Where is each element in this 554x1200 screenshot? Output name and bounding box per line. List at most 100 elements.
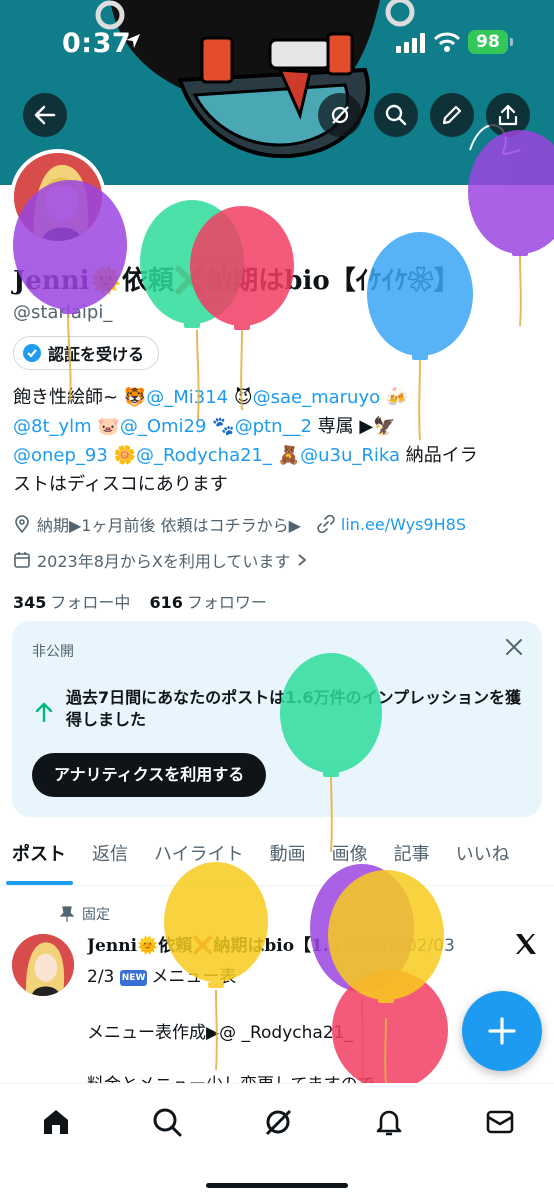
profile-joined[interactable]: 2023年8月からXを利用しています: [13, 548, 308, 572]
signal-icon: [396, 33, 425, 53]
analytics-button[interactable]: アナリティクスを利用する: [32, 753, 267, 797]
follow-stats: 345 フォロー中 616 フォロワー: [13, 589, 281, 613]
share-button[interactable]: [486, 93, 530, 137]
avatar-illustration: [12, 934, 74, 996]
impressions-text: 過去7日間にあなたのポストは1.6万件のインプレッションを獲得しました: [66, 688, 521, 729]
calendar-icon: [14, 552, 30, 568]
share-icon: [498, 104, 518, 126]
profile-name: Jenni🌞依頼❌納期はbio【ｲｹｲｹ❀】: [13, 266, 460, 296]
bio-mention[interactable]: @_Omi29: [120, 416, 207, 437]
new-badge: NEW: [119, 970, 148, 986]
status-time: 0:37: [62, 28, 132, 59]
status-bar: 0:37 98: [0, 0, 554, 86]
post-title: メニュー表: [151, 967, 237, 987]
profile-location: 納期▶︎1ヶ月前後 依頼はコチラから▶︎: [37, 516, 301, 535]
balloon-purple-bottom: [310, 864, 414, 1084]
following-label: フォロー中: [50, 593, 131, 612]
following-count: 345: [13, 593, 47, 612]
back-arrow-icon: [34, 105, 56, 125]
grok-icon: [265, 1109, 292, 1136]
envelope-icon: [486, 1110, 514, 1134]
profile-link[interactable]: lin.ee/Wys9H8S: [341, 515, 466, 534]
followers-link[interactable]: 616 フォロワー: [150, 593, 267, 612]
profile-handle: @starlaipi_: [13, 302, 113, 323]
x-logo-icon: [516, 934, 536, 954]
verified-badge-icon: [23, 344, 41, 362]
bio-mention[interactable]: @sae_maruyo: [253, 387, 381, 408]
home-indicator: [206, 1183, 348, 1188]
bio-text: 🐷: [91, 416, 120, 437]
grok-button[interactable]: [318, 93, 362, 137]
bell-icon: [376, 1110, 402, 1136]
bio-text: 飽き性絵師~ 🐯: [13, 387, 147, 408]
profile-meta-location-link: 納期▶︎1ヶ月前後 依頼はコチラから▶︎ lin.ee/Wys9H8S: [13, 512, 466, 536]
bio-mention[interactable]: @onep_93: [13, 445, 108, 466]
chevron-right-icon: [298, 554, 307, 566]
bio-text: 🌼: [107, 445, 136, 466]
tab-highlights[interactable]: ハイライト: [141, 836, 257, 885]
bio-text: 🐾: [206, 416, 235, 437]
bio-mention[interactable]: @u3u_Rika: [300, 445, 400, 466]
balloon-red-top: [190, 206, 294, 411]
nav-search[interactable]: [147, 1102, 187, 1142]
plus-icon: [488, 1017, 516, 1045]
followers-count: 616: [149, 593, 183, 612]
bio-text: 納品イラ: [400, 445, 478, 466]
profile-bio: 飽き性絵師~ 🐯@_Mi314 😈@sae_maruyo 🍻 @8t_ylm 🐷…: [13, 383, 543, 499]
profile-tabs: ポスト 返信 ハイライト 動画 画像 記事 いいね: [0, 836, 554, 886]
pinned-label: 固定: [82, 907, 110, 923]
tab-articles[interactable]: 記事: [381, 836, 443, 885]
bio-text: 専属 ▶︎🦅: [311, 416, 396, 437]
tab-likes[interactable]: いいね: [443, 836, 523, 885]
bio-text: 😈: [228, 387, 253, 408]
card-private-label: 非公開: [32, 644, 74, 660]
close-icon: [506, 639, 522, 655]
location-pin-icon: [15, 515, 29, 533]
post-text-line: メニュー表作成▶︎@ _Rodycha21_: [87, 1023, 353, 1043]
post-date: · 2026/02/03: [346, 936, 455, 956]
edit-button[interactable]: [430, 93, 474, 137]
avatar-illustration: [14, 153, 102, 241]
search-icon: [153, 1108, 182, 1137]
nav-notifications[interactable]: [369, 1102, 409, 1142]
pencil-icon: [442, 105, 462, 125]
tab-videos[interactable]: 動画: [257, 836, 319, 885]
back-button[interactable]: [23, 93, 67, 137]
wifi-icon: [434, 32, 460, 52]
nav-messages[interactable]: [480, 1102, 520, 1142]
nav-home[interactable]: [36, 1102, 76, 1142]
post-avatar[interactable]: [12, 934, 74, 996]
bio-text: ストはディスコにあります: [13, 474, 228, 495]
followers-label: フォロワー: [186, 593, 267, 612]
post-prefix: 2/3: [87, 967, 120, 987]
bio-mention[interactable]: @ptn__2: [235, 416, 312, 437]
search-button[interactable]: [374, 93, 418, 137]
get-verified-label: 認証を受ける: [48, 345, 145, 364]
link-icon: [317, 515, 335, 533]
bio-mention[interactable]: @_Mi314: [146, 387, 228, 408]
tab-posts[interactable]: ポスト: [0, 836, 79, 885]
bio-text: 🍻: [380, 387, 409, 408]
card-close-button[interactable]: [504, 637, 524, 661]
post-author[interactable]: Jenni🌞依頼❌納期はbio【1...: [87, 936, 341, 956]
tab-replies[interactable]: 返信: [79, 836, 141, 885]
following-link[interactable]: 345 フォロー中: [13, 593, 130, 612]
bio-mention[interactable]: @8t_ylm: [13, 416, 92, 437]
bio-mention[interactable]: @_Rodycha21_: [136, 445, 272, 466]
pin-icon: [60, 906, 74, 922]
joined-date: 2023年8月からXを利用しています: [37, 552, 291, 571]
tab-images[interactable]: 画像: [319, 836, 381, 885]
balloon-yellow-bottom-right: [328, 870, 444, 1084]
grok-icon: [331, 106, 349, 124]
analytics-card: 非公開 過去7日間にあなたのポストは1.6万件のインプレッションを獲得しました …: [12, 621, 542, 817]
nav-grok[interactable]: [258, 1102, 298, 1142]
post-text-line: 2/3 NEW メニュー表: [87, 962, 236, 987]
search-icon: [385, 104, 407, 126]
pinned-indicator: 固定: [60, 904, 110, 924]
profile-avatar[interactable]: [10, 149, 106, 245]
compose-post-button[interactable]: [462, 991, 542, 1071]
arrow-up-icon: [35, 702, 53, 723]
post-header: Jenni🌞依頼❌納期はbio【1... · 2026/02/03: [87, 931, 507, 956]
home-icon: [44, 1110, 68, 1134]
get-verified-button[interactable]: 認証を受ける: [13, 336, 160, 370]
